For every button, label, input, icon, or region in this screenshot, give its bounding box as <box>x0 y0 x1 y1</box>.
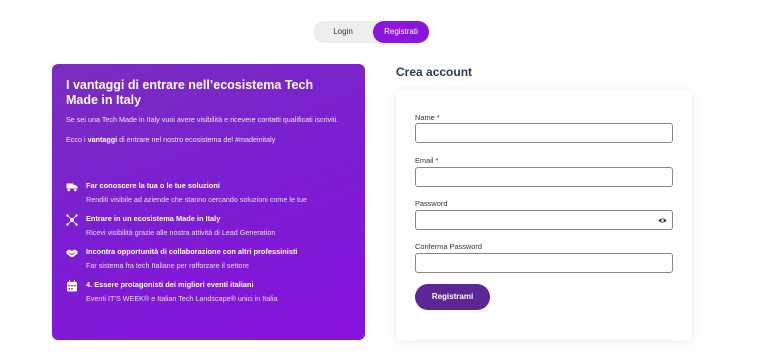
handshake-icon <box>66 249 78 257</box>
benefit-desc: Far sistema fra tech Italiane per raffor… <box>86 261 249 270</box>
benefits-intro: Se sei una Tech Made in Italy vuoi avere… <box>66 115 339 124</box>
network-icon <box>66 214 78 226</box>
password-label: Password <box>415 199 448 208</box>
benefit-desc: Renditi visibile ad aziende che stanno c… <box>86 195 307 204</box>
tab-register[interactable]: Registrati <box>373 21 429 43</box>
auth-tabs: Login Registrati <box>313 21 430 43</box>
benefits-intro-2: Ecco i vantaggi di entrare nel nostro ec… <box>66 134 351 145</box>
benefit-desc: Eventi IT’S WEEK® e Italian Tech Landsca… <box>86 294 278 303</box>
truck-icon <box>66 183 78 192</box>
benefits-panel: I vantaggi di entrare nell’ecosistema Te… <box>52 64 365 340</box>
name-input[interactable] <box>415 123 673 143</box>
benefit-title: Entrare in un ecosistema Made in Italy <box>86 214 221 223</box>
intro2-bold: vantaggi <box>87 135 118 144</box>
benefit-title: Incontra opportunità di collaborazione c… <box>86 247 298 256</box>
confirm-password-label: Conferma Password <box>415 242 482 251</box>
benefit-desc: Ricevi visibilità grazie alle nostra att… <box>86 228 276 237</box>
email-label: Email * <box>415 156 439 165</box>
benefit-title: 4. Essere protagonisti dei migliori even… <box>86 280 254 289</box>
tab-login[interactable]: Login <box>315 21 371 43</box>
intro2-after: di entrare nel nostro ecosistema del #ma… <box>117 135 276 144</box>
signup-form: Name * Email * Password Conferma Passwor… <box>396 90 692 340</box>
confirm-password-input[interactable] <box>415 253 673 273</box>
name-label: Name * <box>415 113 440 122</box>
email-input[interactable] <box>415 167 673 187</box>
register-button[interactable]: Registrami <box>415 284 490 310</box>
form-title: Crea account <box>396 65 473 79</box>
eye-icon[interactable] <box>658 216 667 225</box>
intro2-before: Ecco i <box>66 135 88 144</box>
password-input[interactable] <box>415 210 673 230</box>
benefit-title: Far conoscere la tua o le tue soluzioni <box>86 181 220 190</box>
calendar-icon <box>67 280 77 292</box>
benefits-title: I vantaggi di entrare nell’ecosistema Te… <box>66 78 314 107</box>
